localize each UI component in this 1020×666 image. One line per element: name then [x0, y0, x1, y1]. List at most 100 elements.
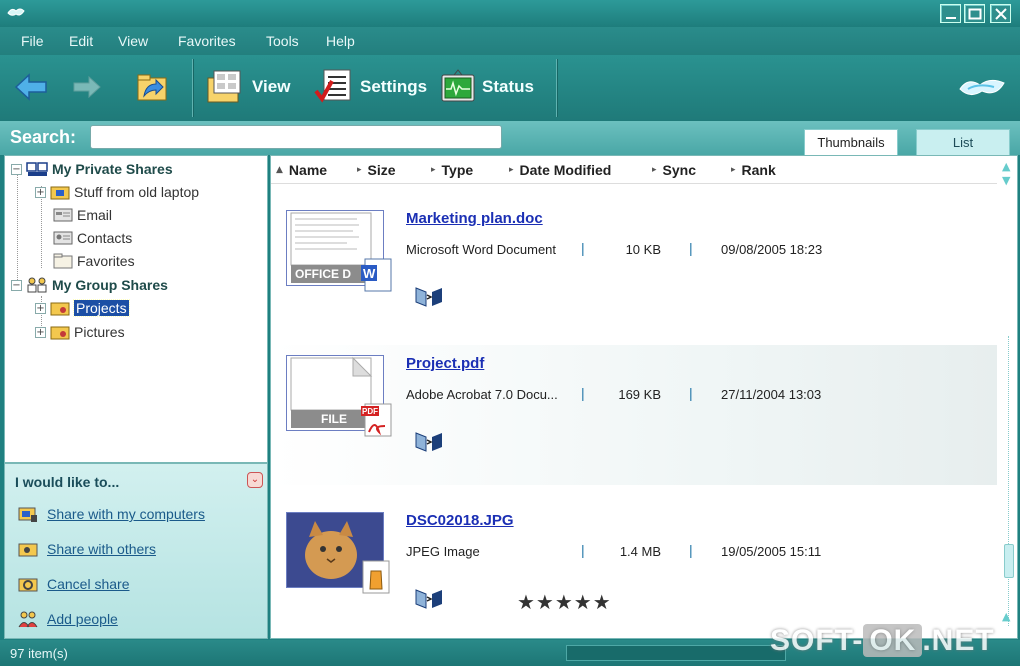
file-name-link[interactable]: Marketing plan.doc: [406, 210, 543, 227]
task-panel: I would like to... ⌄ Share with my compu…: [4, 463, 268, 639]
task-link[interactable]: Add people: [47, 611, 118, 627]
tree-group-shares[interactable]: − My Group Shares: [11, 275, 168, 295]
maximize-button[interactable]: [964, 4, 985, 23]
shared-folder-icon: [50, 326, 70, 340]
scroll-up-icon[interactable]: ▲: [1002, 160, 1010, 173]
sync-icon[interactable]: [414, 284, 444, 308]
view-button[interactable]: View: [206, 65, 290, 109]
task-share-with-computers[interactable]: Share with my computers: [17, 502, 205, 526]
vertical-scrollbar[interactable]: ▲ ▼ ▲: [999, 156, 1017, 638]
tab-list[interactable]: List: [916, 129, 1010, 155]
file-size: 1.4 MB: [619, 544, 661, 559]
column-header: ▲ Name ▸ Size ▸ Type ▸ Date Modified ▸ Sync ▸…: [271, 156, 997, 184]
expand-toggle[interactable]: +: [35, 326, 46, 338]
file-thumbnail[interactable]: [286, 512, 390, 594]
list-item[interactable]: FILE PDF Project.pdf Adobe Acrobat 7.0 D…: [271, 345, 997, 485]
word-doc-icon: W: [361, 258, 392, 292]
rank-stars[interactable]: ★★★★★: [517, 590, 612, 614]
tree-label: Pictures: [74, 324, 125, 340]
collapse-toggle[interactable]: −: [11, 279, 22, 291]
shared-folder-icon: [50, 302, 70, 316]
file-type: Microsoft Word Document: [406, 242, 557, 257]
close-button[interactable]: [990, 4, 1011, 23]
column-name[interactable]: ▲ Name: [276, 162, 327, 178]
menu-file[interactable]: File: [21, 33, 44, 49]
column-size[interactable]: ▸ Size: [357, 162, 396, 178]
tree-item-contacts[interactable]: Contacts: [53, 228, 132, 248]
task-add-people[interactable]: Add people: [17, 607, 118, 631]
pdf-icon: PDF: [361, 403, 392, 437]
forward-button[interactable]: [72, 65, 102, 109]
back-button[interactable]: [14, 65, 48, 109]
list-item[interactable]: OFFICE D W Marketing plan.doc Microsoft …: [271, 200, 997, 340]
tree-item-stuff-from-old-laptop[interactable]: + Stuff from old laptop: [35, 182, 199, 202]
status-button[interactable]: Status: [440, 65, 534, 109]
menu-view[interactable]: View: [118, 33, 148, 49]
file-list-panel: ▲ Name ▸ Size ▸ Type ▸ Date Modified ▸ Sync ▸…: [270, 155, 1018, 639]
tree-label: Stuff from old laptop: [74, 184, 200, 200]
column-type[interactable]: ▸ Type: [431, 162, 473, 178]
sync-icon[interactable]: [414, 586, 444, 610]
task-cancel-share[interactable]: Cancel share: [17, 572, 130, 596]
tree-label: Contacts: [77, 230, 133, 246]
sync-icon[interactable]: [414, 429, 444, 453]
tree-item-favorites[interactable]: Favorites: [53, 251, 135, 271]
file-size: 10 KB: [625, 242, 661, 257]
task-link[interactable]: Share with others: [47, 541, 156, 557]
share-others-icon: [18, 543, 38, 557]
toolbar: View Settings Status: [0, 55, 1020, 121]
add-people-icon: [18, 611, 38, 628]
title-bar: [0, 0, 1020, 27]
file-type: JPEG Image: [406, 544, 480, 559]
tree-item-pictures[interactable]: + Pictures: [35, 322, 125, 342]
tree-item-email[interactable]: Email: [53, 205, 112, 225]
scroll-down-icon[interactable]: ▼: [1002, 174, 1010, 187]
menu-favorites[interactable]: Favorites: [178, 33, 236, 49]
task-link[interactable]: Share with my computers: [47, 506, 205, 522]
forward-arrow-icon: [73, 75, 101, 99]
up-folder-button[interactable]: [134, 65, 170, 109]
thumbnail-label: FILE: [321, 412, 347, 426]
file-thumbnail[interactable]: FILE PDF: [286, 355, 392, 437]
folder-tree: − My Private Shares + Stuff from old lap…: [4, 155, 268, 463]
file-name-link[interactable]: Project.pdf: [406, 355, 484, 372]
column-rank[interactable]: ▸ Rank: [731, 162, 776, 178]
scroll-bottom-icon[interactable]: ▲: [1002, 610, 1010, 623]
column-date-modified[interactable]: ▸ Date Modified: [509, 162, 611, 178]
scroll-thumb[interactable]: [1004, 544, 1014, 578]
watermark: SOFT- OK .NET: [770, 624, 995, 657]
settings-label: Settings: [360, 77, 428, 96]
column-divider: |: [689, 385, 693, 401]
search-input[interactable]: [90, 125, 502, 149]
contacts-icon: [53, 231, 73, 245]
tab-thumbnails[interactable]: Thumbnails: [804, 129, 898, 155]
minimize-button[interactable]: [940, 4, 961, 23]
settings-button[interactable]: Settings: [314, 65, 427, 109]
svg-text:W: W: [363, 266, 376, 281]
folder-icon: [53, 253, 73, 269]
cancel-share-icon: [18, 578, 38, 592]
menu-edit[interactable]: Edit: [69, 33, 93, 49]
task-share-with-others[interactable]: Share with others: [17, 537, 156, 561]
sort-icon: ▸: [357, 165, 362, 175]
tree-item-projects[interactable]: + Projects: [35, 298, 130, 318]
email-icon: [53, 208, 73, 222]
collapse-toggle[interactable]: −: [11, 163, 22, 175]
sort-up-icon: ▲: [276, 165, 283, 175]
file-name-link[interactable]: DSC02018.JPG: [406, 512, 514, 529]
tree-label: Favorites: [77, 253, 135, 269]
list-item[interactable]: DSC02018.JPG JPEG Image | 1.4 MB | 19/05…: [271, 502, 997, 642]
menu-help[interactable]: Help: [326, 33, 355, 49]
task-link[interactable]: Cancel share: [47, 576, 130, 592]
expand-toggle[interactable]: +: [35, 186, 46, 198]
back-arrow-icon: [14, 73, 47, 101]
expand-toggle[interactable]: +: [35, 302, 46, 314]
collapse-panel-button[interactable]: ⌄: [247, 472, 263, 488]
file-thumbnail[interactable]: OFFICE D W: [286, 210, 392, 292]
tree-private-shares[interactable]: − My Private Shares: [11, 159, 173, 179]
menu-tools[interactable]: Tools: [266, 33, 299, 49]
app-logo-icon: [7, 8, 25, 16]
column-sync[interactable]: ▸ Sync: [652, 162, 696, 178]
svg-text:PDF: PDF: [362, 407, 378, 416]
tree-label: Projects: [73, 299, 130, 317]
